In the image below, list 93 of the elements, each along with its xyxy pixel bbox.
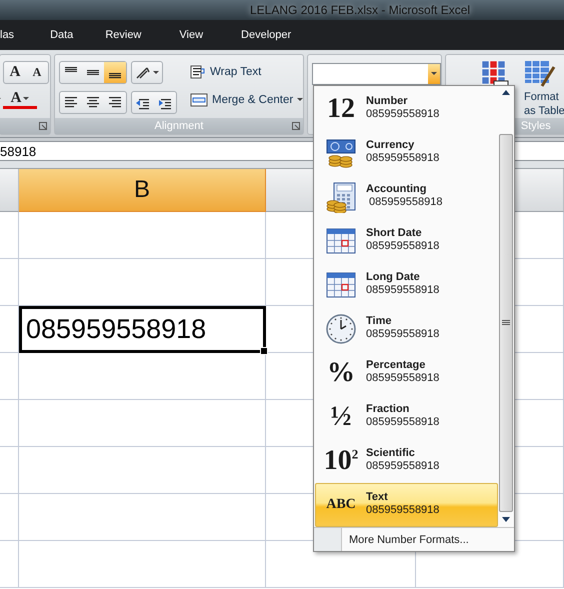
- format-as-table-button[interactable]: Format as Table: [524, 59, 564, 118]
- align-right-icon: [109, 97, 121, 108]
- caret-icon: [431, 72, 437, 76]
- font-color-button[interactable]: A: [3, 91, 37, 109]
- option-preview: 085959558918: [366, 372, 440, 384]
- number-format-combo[interactable]: [312, 63, 441, 85]
- grid-cell[interactable]: [0, 541, 19, 588]
- option-preview: 085959558918: [366, 240, 440, 252]
- grid-cell[interactable]: [0, 212, 19, 259]
- wrap-text-icon: [190, 64, 206, 78]
- option-title: Long Date: [366, 270, 421, 282]
- option-title: Scientific: [366, 446, 416, 458]
- scroll-down-icon[interactable]: [501, 516, 511, 524]
- more-formats-link[interactable]: More Number Formats...: [342, 528, 469, 551]
- grid-cell[interactable]: [0, 259, 19, 306]
- option-title: Short Date: [366, 226, 423, 238]
- format-glyph: 10$^{2}$: [324, 447, 358, 475]
- money-icon: [325, 138, 357, 168]
- option-title: Currency: [366, 138, 416, 150]
- button-label: Format: [524, 91, 559, 103]
- merge-center-button[interactable]: Merge & Center: [188, 89, 306, 110]
- align-bottom-icon: [109, 73, 121, 78]
- option-preview: 085959558918: [366, 152, 440, 164]
- grid-cell[interactable]: [19, 541, 266, 588]
- format-option[interactable]: Short Date 085959558918: [315, 219, 498, 263]
- option-title: Time: [366, 314, 392, 326]
- caret-icon: [153, 70, 159, 74]
- caret-icon: [23, 96, 30, 100]
- format-glyph: 12: [327, 95, 355, 123]
- angled-text-icon: [135, 66, 151, 80]
- active-cell[interactable]: 085959558918: [19, 306, 266, 353]
- column-header: [0, 169, 19, 212]
- dialog-launcher-icon[interactable]: [39, 122, 47, 130]
- option-title: Percentage: [366, 358, 426, 370]
- grid-cell[interactable]: [19, 212, 266, 259]
- grid-cell[interactable]: [0, 494, 19, 541]
- format-option[interactable]: Time 085959558918: [315, 307, 498, 351]
- ribbon-tab[interactable]: Data: [50, 26, 74, 44]
- column-header[interactable]: B: [19, 169, 266, 212]
- button-label: as Table: [524, 105, 564, 117]
- calendar-icon: [326, 228, 356, 254]
- grid-cell[interactable]: [19, 447, 266, 494]
- grid-cell[interactable]: [0, 353, 19, 400]
- grid-cell[interactable]: [0, 400, 19, 447]
- option-preview: 085959558918: [366, 416, 440, 428]
- format-option[interactable]: Accounting 085959558918: [315, 175, 498, 219]
- merge-cells-icon: [190, 92, 208, 106]
- wrap-text-button[interactable]: Wrap Text: [188, 61, 306, 82]
- group-label: Styles: [520, 120, 551, 132]
- option-preview: 085959558918: [366, 108, 440, 120]
- clock-icon: [325, 313, 357, 345]
- align-left-icon: [65, 97, 77, 108]
- align-bottom-button[interactable]: [104, 62, 126, 83]
- shrink-font-button[interactable]: A: [26, 62, 48, 83]
- format-option[interactable]: ½ Fraction 085959558918: [315, 395, 498, 439]
- window-title: LELANG 2016 FEB.xlsx - Microsoft Excel: [250, 3, 470, 17]
- option-preview: 085959558918: [366, 460, 440, 472]
- align-top-icon: [65, 66, 77, 72]
- format-glyph: ½: [330, 403, 352, 431]
- ribbon-tab[interactable]: Review: [105, 26, 142, 44]
- format-glyph: %: [327, 359, 355, 387]
- format-option[interactable]: Long Date 085959558918: [315, 263, 498, 307]
- option-preview: 085959558918: [366, 504, 440, 516]
- option-title: Fraction: [366, 402, 410, 414]
- caret-icon: [297, 98, 304, 102]
- dropdown-arrow-button[interactable]: [428, 64, 440, 84]
- dialog-launcher-icon[interactable]: [292, 122, 300, 130]
- align-center-icon: [87, 97, 99, 108]
- grid-cell[interactable]: [19, 400, 266, 447]
- grid-cell[interactable]: [19, 353, 266, 400]
- ribbon-tab[interactable]: las: [0, 26, 14, 44]
- grow-font-button[interactable]: A: [4, 62, 26, 83]
- grid-cell[interactable]: [19, 494, 266, 541]
- ribbon-tab[interactable]: Developer: [241, 26, 292, 44]
- option-title: Accounting: [366, 182, 428, 194]
- option-preview: 085959558918: [368, 196, 442, 208]
- grip-icon: [502, 320, 510, 326]
- align-middle-icon: [87, 70, 99, 76]
- grid-cell[interactable]: [0, 447, 19, 494]
- format-glyph: ABC: [326, 498, 356, 512]
- fill-handle[interactable]: [260, 347, 268, 355]
- scroll-up-icon[interactable]: [501, 88, 511, 96]
- calendar-icon: [326, 272, 356, 298]
- scrollbar-thumb[interactable]: [499, 134, 513, 512]
- ribbon-tab[interactable]: View: [179, 26, 204, 44]
- option-title: Number: [366, 94, 409, 106]
- format-option[interactable]: 10$^{2}$ Scientific 085959558918: [315, 439, 498, 483]
- option-preview: 085959558918: [366, 284, 440, 296]
- option-title: Text: [366, 490, 389, 502]
- calculator-coins-icon: [325, 181, 357, 213]
- group-label: Alignment: [154, 120, 204, 132]
- option-preview: 085959558918: [366, 328, 440, 340]
- table-brush-icon: [524, 59, 556, 89]
